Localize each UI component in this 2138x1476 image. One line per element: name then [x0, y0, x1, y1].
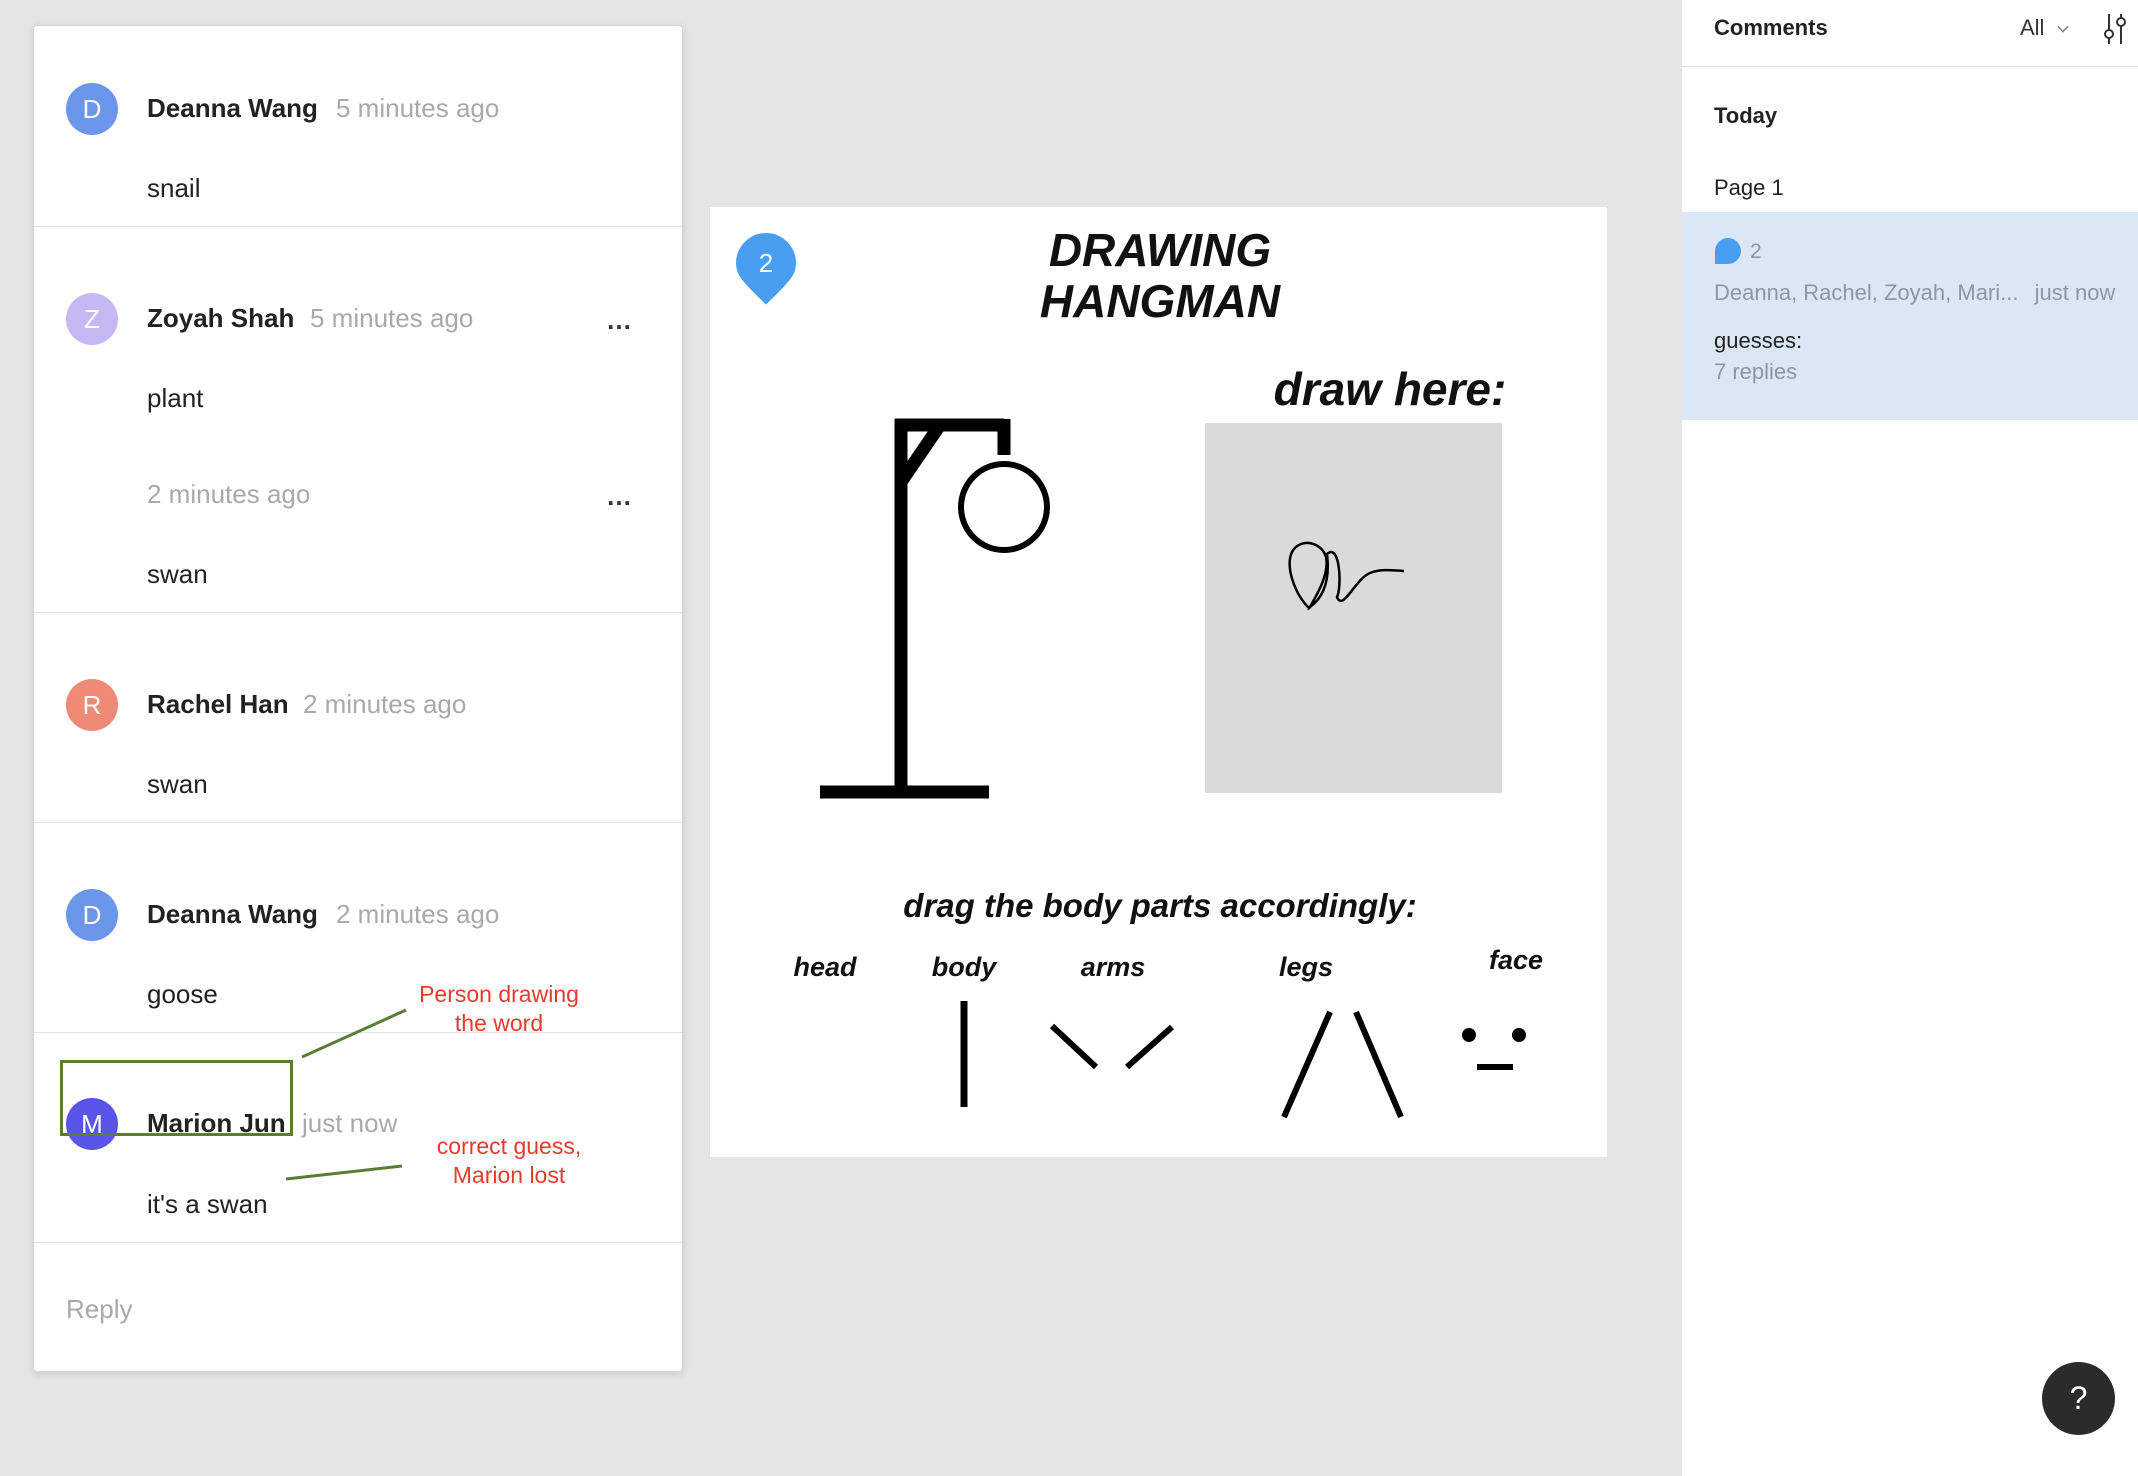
- comment-pin-number[interactable]: 2: [733, 230, 799, 296]
- comment-time: 2 minutes ago: [303, 689, 467, 719]
- arms-part[interactable]: [1049, 1023, 1174, 1070]
- participant-names: Deanna, Rachel, Zoyah, Mari...: [1714, 280, 2019, 305]
- comment-text: swan: [147, 559, 208, 589]
- help-button[interactable]: ?: [2042, 1362, 2115, 1435]
- thread-time: just now: [2034, 280, 2116, 305]
- comment-bubble-icon: [1715, 238, 1741, 264]
- comment-author: Rachel Han: [147, 689, 289, 719]
- reply-input[interactable]: Reply: [66, 1294, 132, 1325]
- sidebar-title: Comments: [1714, 15, 1828, 40]
- face-part[interactable]: [1462, 1028, 1526, 1070]
- hangman-frame[interactable]: DRAWING HANGMAN draw here: drag the body…: [710, 207, 1607, 1157]
- chevron-down-icon[interactable]: [2057, 21, 2069, 33]
- comments-sidebar: Comments All Today Page 1 2 Deanna, Rach…: [1682, 0, 2138, 1476]
- comment-time: 5 minutes ago: [310, 303, 474, 333]
- sidebar-header: Comments All: [1682, 0, 2138, 67]
- tune-icon[interactable]: [2100, 12, 2130, 46]
- comment-thread-item[interactable]: 2 Deanna, Rachel, Zoyah, Mari... just no…: [1682, 212, 2138, 420]
- annotation-drawer-note: Person drawing the word: [419, 981, 579, 1036]
- more-options-icon[interactable]: …: [606, 307, 633, 333]
- divider: [34, 612, 682, 613]
- comment-text: it's a swan: [147, 1189, 268, 1219]
- comment-author: Zoyah Shah: [147, 303, 295, 333]
- comment-time: 2 minutes ago: [336, 899, 500, 929]
- annotation-highlight-box: [60, 1060, 293, 1136]
- comment-time: 5 minutes ago: [336, 93, 500, 123]
- sketch-drawing: [1288, 541, 1405, 611]
- comment-text: swan: [147, 769, 208, 799]
- frame-graphics: [820, 418, 1526, 1119]
- section-today: Today: [1714, 103, 1778, 128]
- comment-text: plant: [147, 383, 204, 413]
- thread-preview: guesses:: [1714, 328, 1803, 353]
- page-label: Page 1: [1714, 175, 1784, 200]
- divider: [34, 822, 682, 823]
- comment-text: snail: [147, 173, 201, 203]
- comment-thread-panel: D Deanna Wang 5 minutes ago snail Z Zoya…: [33, 25, 683, 1372]
- annotation-correct-note: correct guess, Marion lost: [436, 1133, 582, 1188]
- comment-time: just now: [302, 1108, 398, 1138]
- avatar: R: [66, 679, 118, 731]
- more-options-icon[interactable]: …: [606, 483, 633, 509]
- comment-author: Deanna Wang: [147, 93, 318, 123]
- gallows-icon: [820, 418, 1050, 799]
- avatar: Z: [66, 293, 118, 345]
- thread-replies: 7 replies: [1714, 359, 1798, 384]
- avatar: D: [66, 83, 118, 135]
- avatar: D: [66, 889, 118, 941]
- comment-text: goose: [147, 979, 218, 1009]
- divider: [34, 1242, 682, 1243]
- comment-time: 2 minutes ago: [147, 479, 311, 509]
- thread-count: 2: [1750, 240, 1762, 263]
- filter-dropdown[interactable]: All: [2020, 15, 2044, 41]
- legs-part[interactable]: [1281, 1010, 1404, 1119]
- comment-author: Deanna Wang: [147, 899, 318, 929]
- thread-participants: Deanna, Rachel, Zoyah, Mari... just now: [1714, 280, 2115, 306]
- divider: [34, 226, 682, 227]
